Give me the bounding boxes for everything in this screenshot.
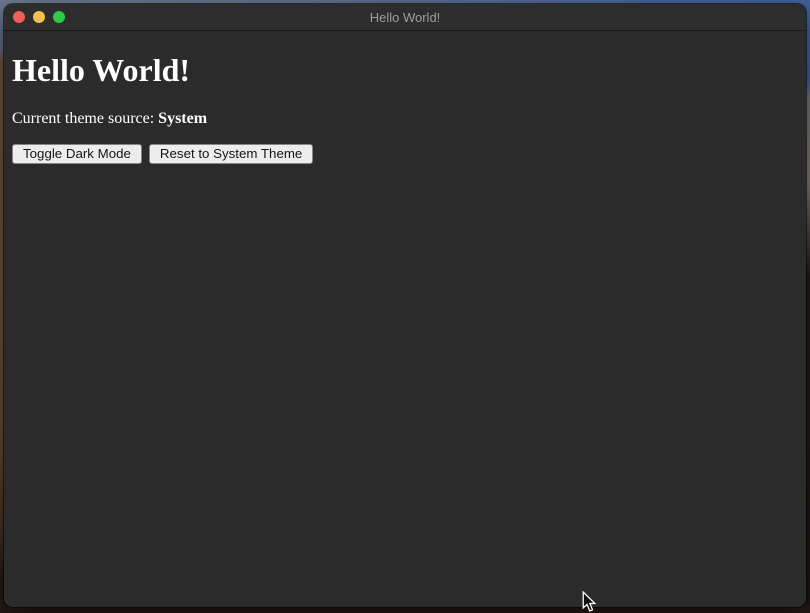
page-title: Hello World! (12, 52, 798, 89)
button-row: Toggle Dark Mode Reset to System Theme (12, 144, 798, 164)
toggle-dark-mode-button[interactable]: Toggle Dark Mode (12, 144, 142, 164)
theme-source-value: System (158, 110, 207, 127)
window-content: Hello World! Current theme source: Syste… (4, 52, 806, 607)
desktop-background: Hello World! Hello World! Current theme … (0, 0, 810, 613)
theme-source-label: Current theme source: (12, 110, 158, 127)
reset-to-system-theme-button[interactable]: Reset to System Theme (149, 144, 313, 164)
window-titlebar[interactable]: Hello World! (4, 4, 806, 31)
theme-source-line: Current theme source: System (12, 110, 798, 128)
app-window: Hello World! Hello World! Current theme … (4, 4, 806, 607)
window-title: Hello World! (4, 4, 806, 30)
